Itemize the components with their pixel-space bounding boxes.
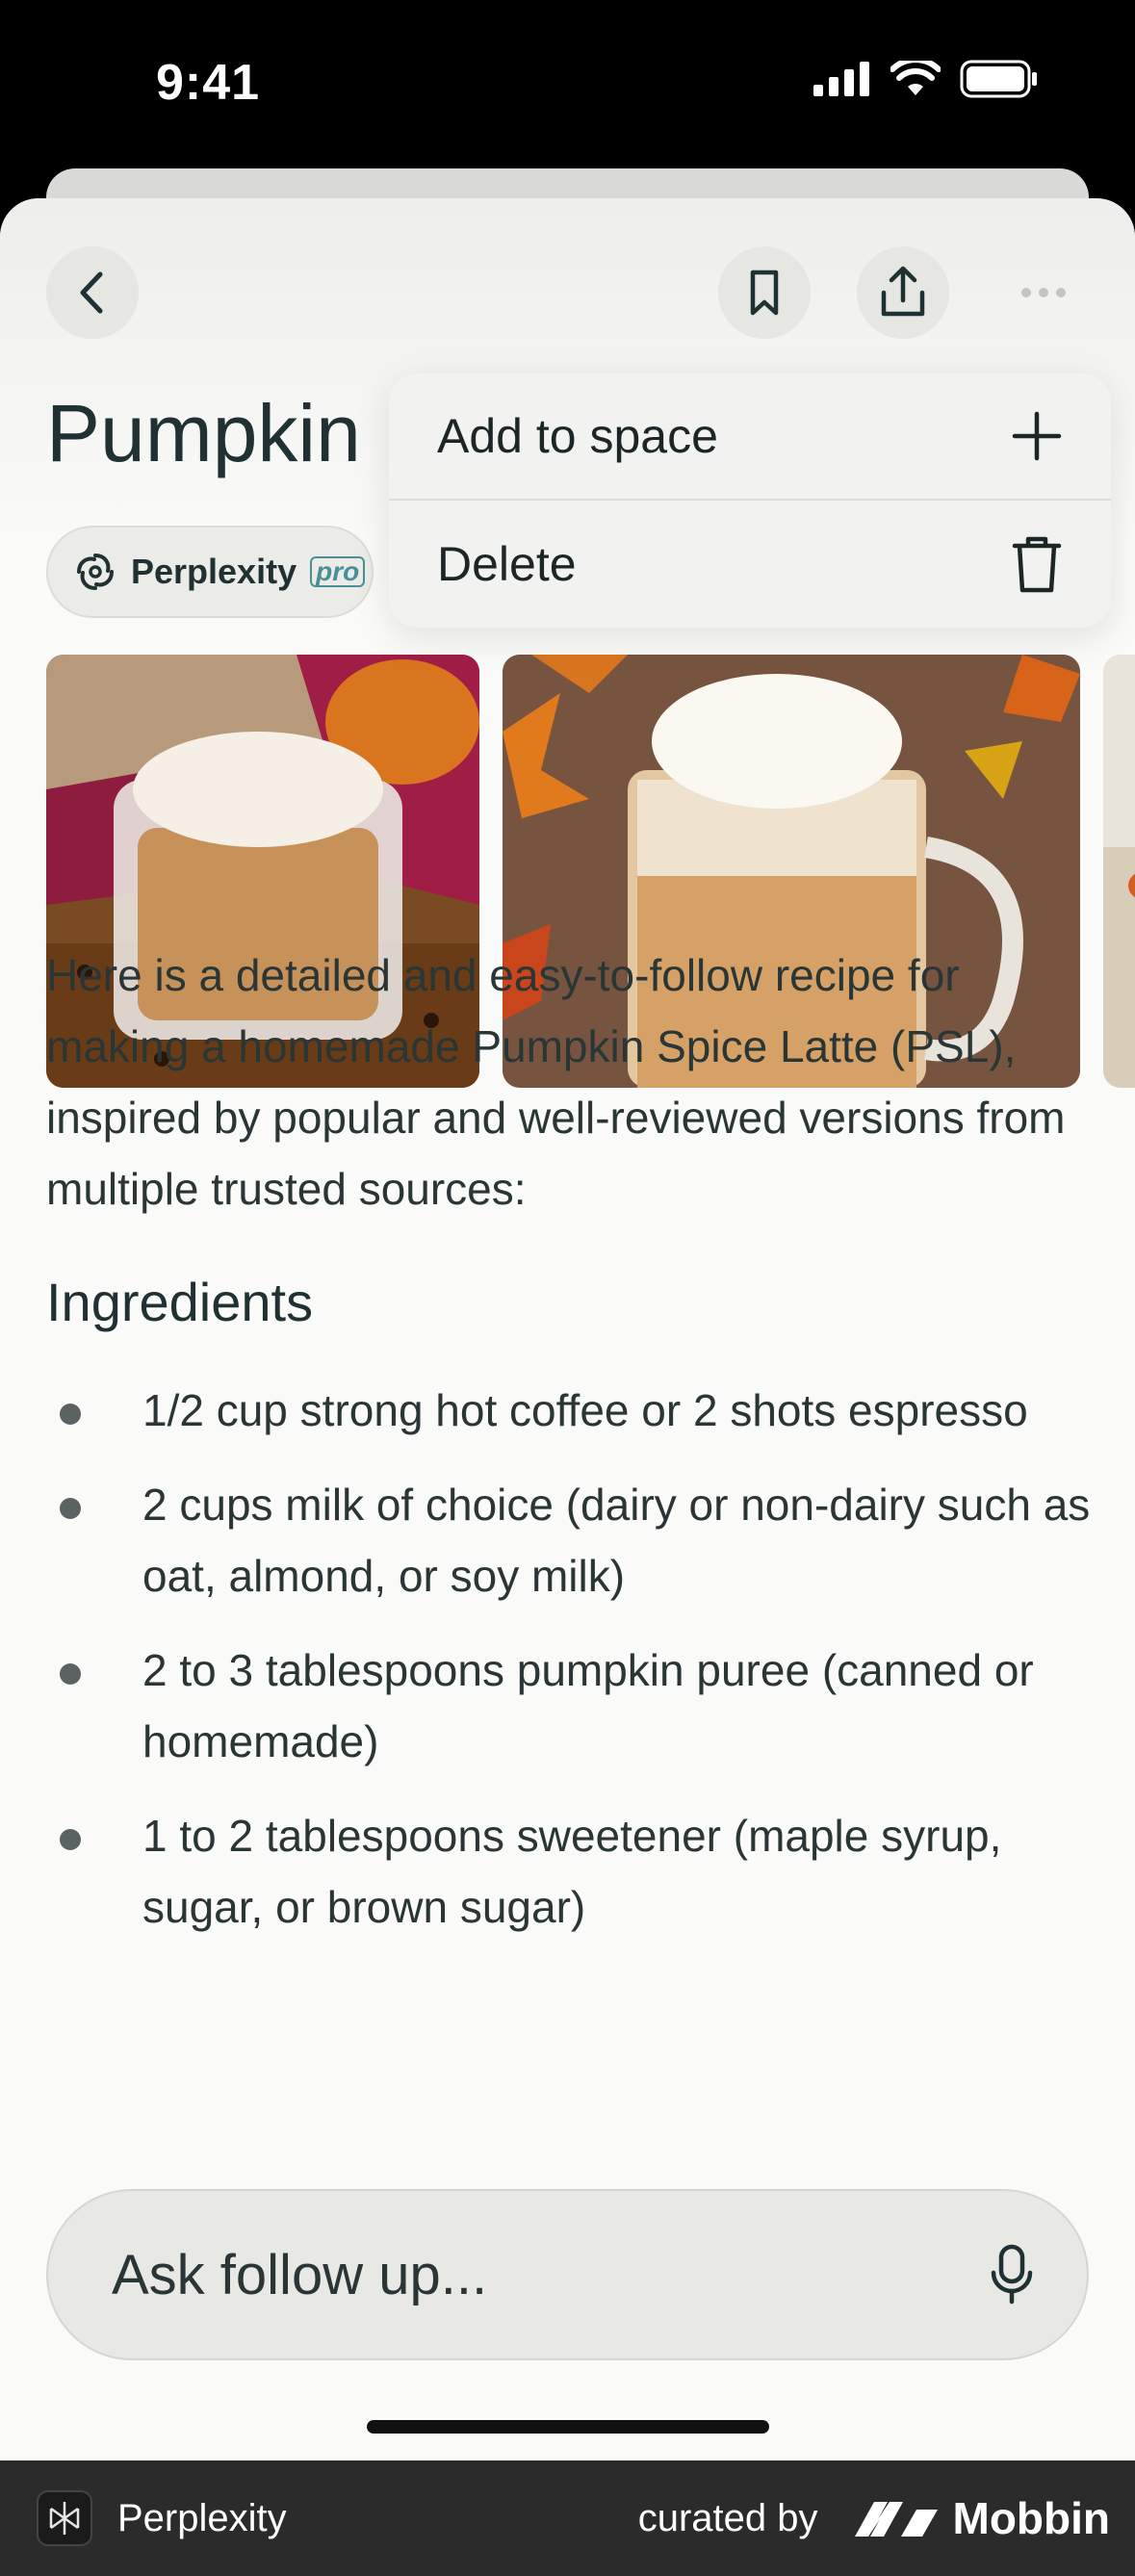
- mobbin-logo: Mobbin: [853, 2492, 1111, 2544]
- ellipsis-icon: [1021, 288, 1066, 297]
- footer-bar: Perplexity curated by Mobbin: [0, 2460, 1135, 2576]
- status-time: 9:41: [156, 55, 261, 111]
- share-button[interactable]: [857, 246, 949, 339]
- status-icons: [813, 60, 1039, 98]
- answer-intro: Here is a detailed and easy-to-follow re…: [46, 950, 1066, 1214]
- pumpkin-latte-photo-icon: [1103, 655, 1135, 1088]
- page-title: Pumpkin: [46, 388, 361, 478]
- more-options-button[interactable]: [997, 246, 1090, 339]
- bullet: [60, 1829, 81, 1850]
- list-item: 2 cups milk of choice (dairy or non-dair…: [46, 1469, 1096, 1611]
- list-item: 1/2 cup strong hot coffee or 2 shots esp…: [46, 1375, 1096, 1446]
- mobbin-logo-icon: [854, 2502, 938, 2537]
- list-item: 2 to 3 tablespoons pumpkin puree (canned…: [46, 1635, 1096, 1777]
- cellular-signal-icon: [813, 62, 869, 96]
- perplexity-logo-icon: [49, 2502, 80, 2535]
- delete-label: Delete: [437, 537, 577, 591]
- source-chip-label: Perplexity: [131, 552, 297, 591]
- context-menu: Add to space Delete: [389, 374, 1111, 628]
- status-bar: 9:41: [0, 0, 1135, 173]
- thread-sheet: Pumpkin Perplexity pro Add to space Dele…: [0, 198, 1135, 2460]
- mobbin-label: Mobbin: [952, 2493, 1111, 2543]
- trash-icon: [1012, 536, 1062, 593]
- microphone-icon[interactable]: [991, 2244, 1033, 2306]
- ask-follow-up-input[interactable]: Ask follow up...: [46, 2189, 1089, 2360]
- perplexity-logo-icon: [77, 554, 114, 590]
- curated-by-label: curated by: [637, 2496, 818, 2539]
- wifi-icon: [890, 61, 941, 95]
- add-to-space-label: Add to space: [437, 409, 718, 463]
- battery-icon: [960, 60, 1037, 98]
- add-to-space-menu-item[interactable]: Add to space: [389, 374, 1111, 501]
- bookmark-button[interactable]: [718, 246, 811, 339]
- ingredients-list: 1/2 cup strong hot coffee or 2 shots esp…: [46, 1375, 1096, 1989]
- source-chip[interactable]: Perplexity pro: [46, 526, 374, 618]
- delete-menu-item[interactable]: Delete: [389, 501, 1111, 628]
- bullet: [60, 1404, 81, 1425]
- share-icon: [881, 266, 925, 317]
- pro-badge: pro: [310, 556, 366, 587]
- bullet: [60, 1663, 81, 1685]
- ask-follow-up-placeholder: Ask follow up...: [112, 2243, 488, 2306]
- home-indicator: [367, 2420, 769, 2434]
- back-button[interactable]: [46, 246, 139, 339]
- ingredients-heading: Ingredients: [46, 1272, 314, 1332]
- recipe-image-3[interactable]: [1103, 655, 1135, 1088]
- chevron-left-icon: [80, 271, 103, 314]
- bullet: [60, 1498, 81, 1519]
- perplexity-app-icon: [37, 2490, 92, 2546]
- bookmark-icon: [750, 270, 779, 316]
- plus-icon: [1012, 411, 1062, 461]
- footer-app-name: Perplexity: [117, 2496, 287, 2539]
- list-item: 1 to 2 tablespoons sweetener (maple syru…: [46, 1800, 1096, 1943]
